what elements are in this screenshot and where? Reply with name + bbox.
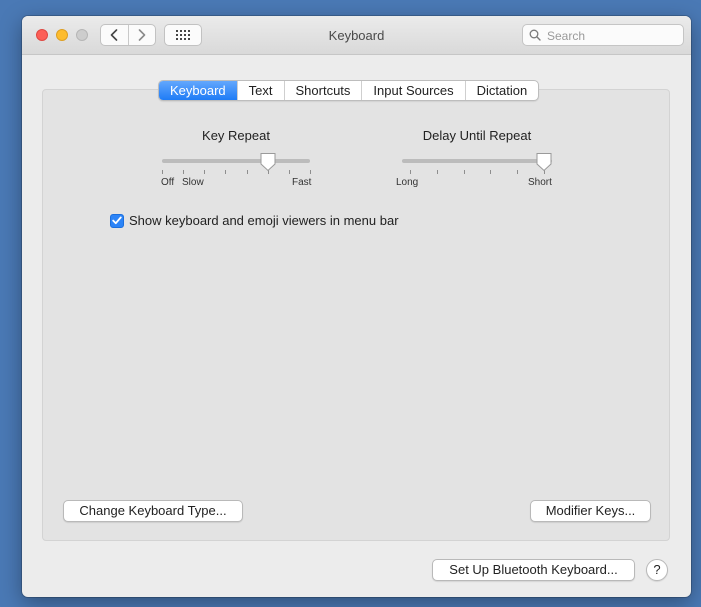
modifier-keys-button[interactable]: Modifier Keys... <box>530 500 651 522</box>
show-viewers-checkbox[interactable] <box>110 213 124 228</box>
key-repeat-tick <box>289 170 290 174</box>
tab-keyboard[interactable]: Keyboard <box>159 81 237 100</box>
search-field[interactable] <box>522 24 684 46</box>
key-repeat-fast-label: Fast <box>292 177 312 188</box>
key-repeat-slider-thumb[interactable] <box>259 152 277 172</box>
keyboard-preferences-window: Keyboard Keyboard Text Shortcuts Input S… <box>22 16 691 597</box>
search-icon <box>529 29 541 41</box>
tab-input-sources[interactable]: Input Sources <box>361 81 464 100</box>
delay-until-repeat-tick <box>464 170 465 174</box>
delay-until-repeat-slider-thumb[interactable] <box>535 152 553 172</box>
key-repeat-slow-label: Slow <box>182 177 204 188</box>
tab-shortcuts[interactable]: Shortcuts <box>283 81 362 100</box>
key-repeat-tick <box>247 170 248 174</box>
change-keyboard-type-button[interactable]: Change Keyboard Type... <box>63 500 243 522</box>
key-repeat-slider[interactable] <box>162 159 310 163</box>
search-input[interactable] <box>545 27 683 45</box>
delay-until-repeat-tick <box>437 170 438 174</box>
key-repeat-tick <box>183 170 184 174</box>
delay-until-repeat-tick <box>517 170 518 174</box>
tab-dictation[interactable]: Dictation <box>464 81 539 100</box>
delay-until-repeat-tick <box>490 170 491 174</box>
key-repeat-tick <box>225 170 226 174</box>
delay-until-repeat-slider[interactable] <box>402 159 552 163</box>
key-repeat-off-label: Off <box>161 177 175 188</box>
delay-long-label: Long <box>396 177 419 188</box>
key-repeat-tick <box>310 170 311 174</box>
checkmark-icon <box>112 216 122 225</box>
key-repeat-tick <box>162 170 163 174</box>
delay-until-repeat-tick <box>410 170 411 174</box>
show-viewers-option: Show keyboard and emoji viewers in menu … <box>110 213 399 228</box>
key-repeat-tick <box>204 170 205 174</box>
tab-text[interactable]: Text <box>236 81 284 100</box>
tab-bar: Keyboard Text Shortcuts Input Sources Di… <box>158 80 540 101</box>
title-bar: Keyboard <box>22 16 691 55</box>
key-repeat-label: Key Repeat <box>202 128 270 143</box>
help-button[interactable]: ? <box>646 559 668 581</box>
set-up-bluetooth-keyboard-button[interactable]: Set Up Bluetooth Keyboard... <box>432 559 635 581</box>
keyboard-tab-panel <box>42 89 670 541</box>
delay-until-repeat-label: Delay Until Repeat <box>422 128 532 143</box>
delay-short-label: Short <box>528 177 552 188</box>
show-viewers-label[interactable]: Show keyboard and emoji viewers in menu … <box>129 213 399 228</box>
